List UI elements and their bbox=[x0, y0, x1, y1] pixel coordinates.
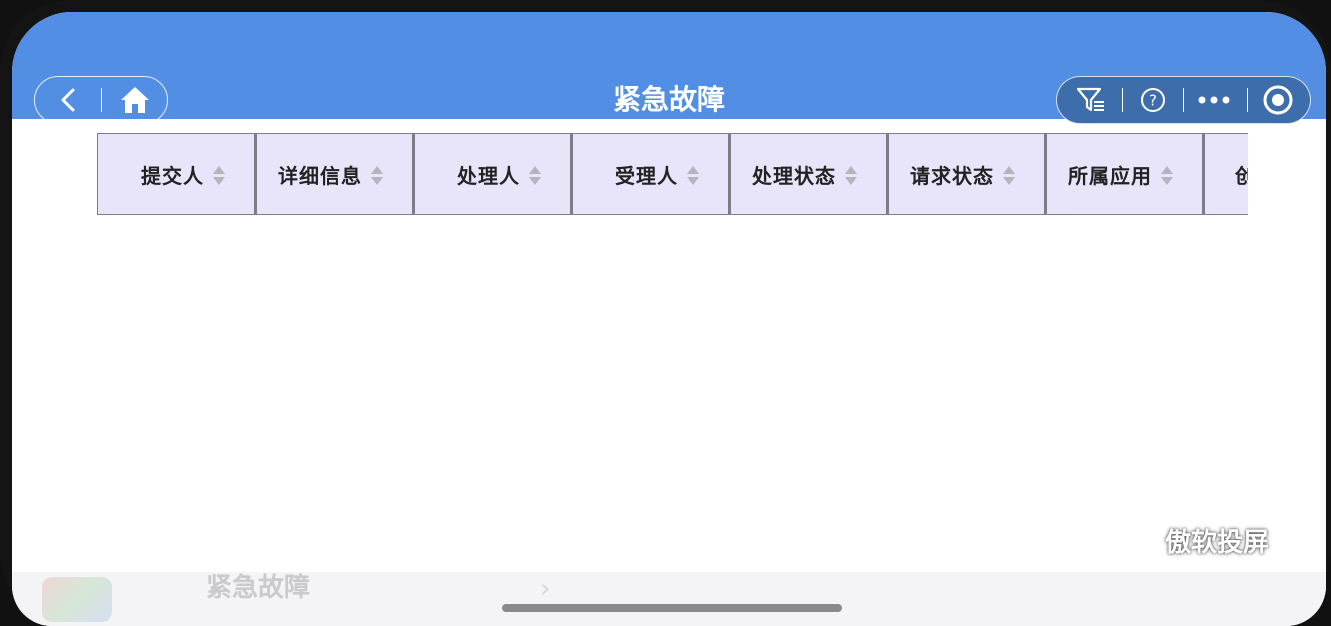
column-header-label: 所属应用 bbox=[1068, 163, 1152, 188]
background-page-title: 紧急故障 bbox=[206, 573, 311, 603]
column-header-label: 处理人 bbox=[457, 163, 520, 188]
sort-icon[interactable] bbox=[370, 166, 384, 188]
more-button[interactable] bbox=[1184, 77, 1244, 123]
menu-capsule: ? bbox=[1056, 76, 1311, 124]
column-header-label: 处理状态 bbox=[752, 163, 836, 188]
chevron-left-icon bbox=[61, 88, 75, 112]
sort-icon[interactable] bbox=[1160, 166, 1174, 188]
app-screen: 紧急故障 › 紧急故障 ? 提交人 详细信息 处理人 受理人 处理状态 请求状态… bbox=[12, 12, 1326, 626]
filter-icon bbox=[1076, 87, 1104, 112]
column-header-request-status[interactable]: 请求状态 bbox=[887, 133, 1045, 215]
sort-icon[interactable] bbox=[844, 166, 858, 188]
nav-capsule bbox=[34, 76, 168, 124]
column-header-label: 请求状态 bbox=[910, 163, 994, 188]
column-header-handler[interactable]: 处理人 bbox=[413, 133, 571, 215]
column-header-application[interactable]: 所属应用 bbox=[1045, 133, 1203, 215]
home-button[interactable] bbox=[102, 77, 168, 123]
app-header: 紧急故障 ? bbox=[12, 12, 1326, 124]
record-circle-icon bbox=[1263, 85, 1293, 115]
column-header-process-status[interactable]: 处理状态 bbox=[729, 133, 887, 215]
sort-icon[interactable] bbox=[212, 166, 226, 188]
close-miniapp-button[interactable] bbox=[1248, 77, 1308, 123]
chevron-right-icon: › bbox=[540, 574, 551, 604]
filter-button[interactable] bbox=[1061, 77, 1121, 123]
home-indicator[interactable] bbox=[502, 604, 842, 612]
column-header-label: 创 bbox=[1235, 163, 1248, 188]
screen-mirror-watermark: 傲软投屏 bbox=[1165, 528, 1270, 558]
background-app-logo bbox=[42, 577, 112, 622]
help-button[interactable]: ? bbox=[1123, 77, 1183, 123]
svg-text:?: ? bbox=[1149, 92, 1157, 110]
more-dots-icon bbox=[1198, 96, 1230, 104]
column-header-label: 提交人 bbox=[141, 163, 204, 188]
device-frame: 紧急故障 › 紧急故障 ? 提交人 详细信息 处理人 受理人 处理状态 请求状态… bbox=[0, 0, 1331, 626]
column-header-submitter[interactable]: 提交人 bbox=[97, 133, 255, 215]
column-header-created[interactable]: 创 bbox=[1203, 133, 1248, 215]
sort-icon[interactable] bbox=[686, 166, 700, 188]
back-button[interactable] bbox=[35, 77, 101, 123]
table-header-row: 提交人 详细信息 处理人 受理人 处理状态 请求状态 所属应用 创 bbox=[97, 133, 1248, 215]
column-header-details[interactable]: 详细信息 bbox=[255, 133, 413, 215]
home-icon bbox=[121, 87, 149, 113]
sort-icon[interactable] bbox=[1002, 166, 1016, 188]
column-header-acceptor[interactable]: 受理人 bbox=[571, 133, 729, 215]
help-icon: ? bbox=[1141, 88, 1165, 112]
column-header-label: 详细信息 bbox=[278, 163, 362, 188]
sort-icon[interactable] bbox=[528, 166, 542, 188]
column-header-label: 受理人 bbox=[615, 163, 678, 188]
